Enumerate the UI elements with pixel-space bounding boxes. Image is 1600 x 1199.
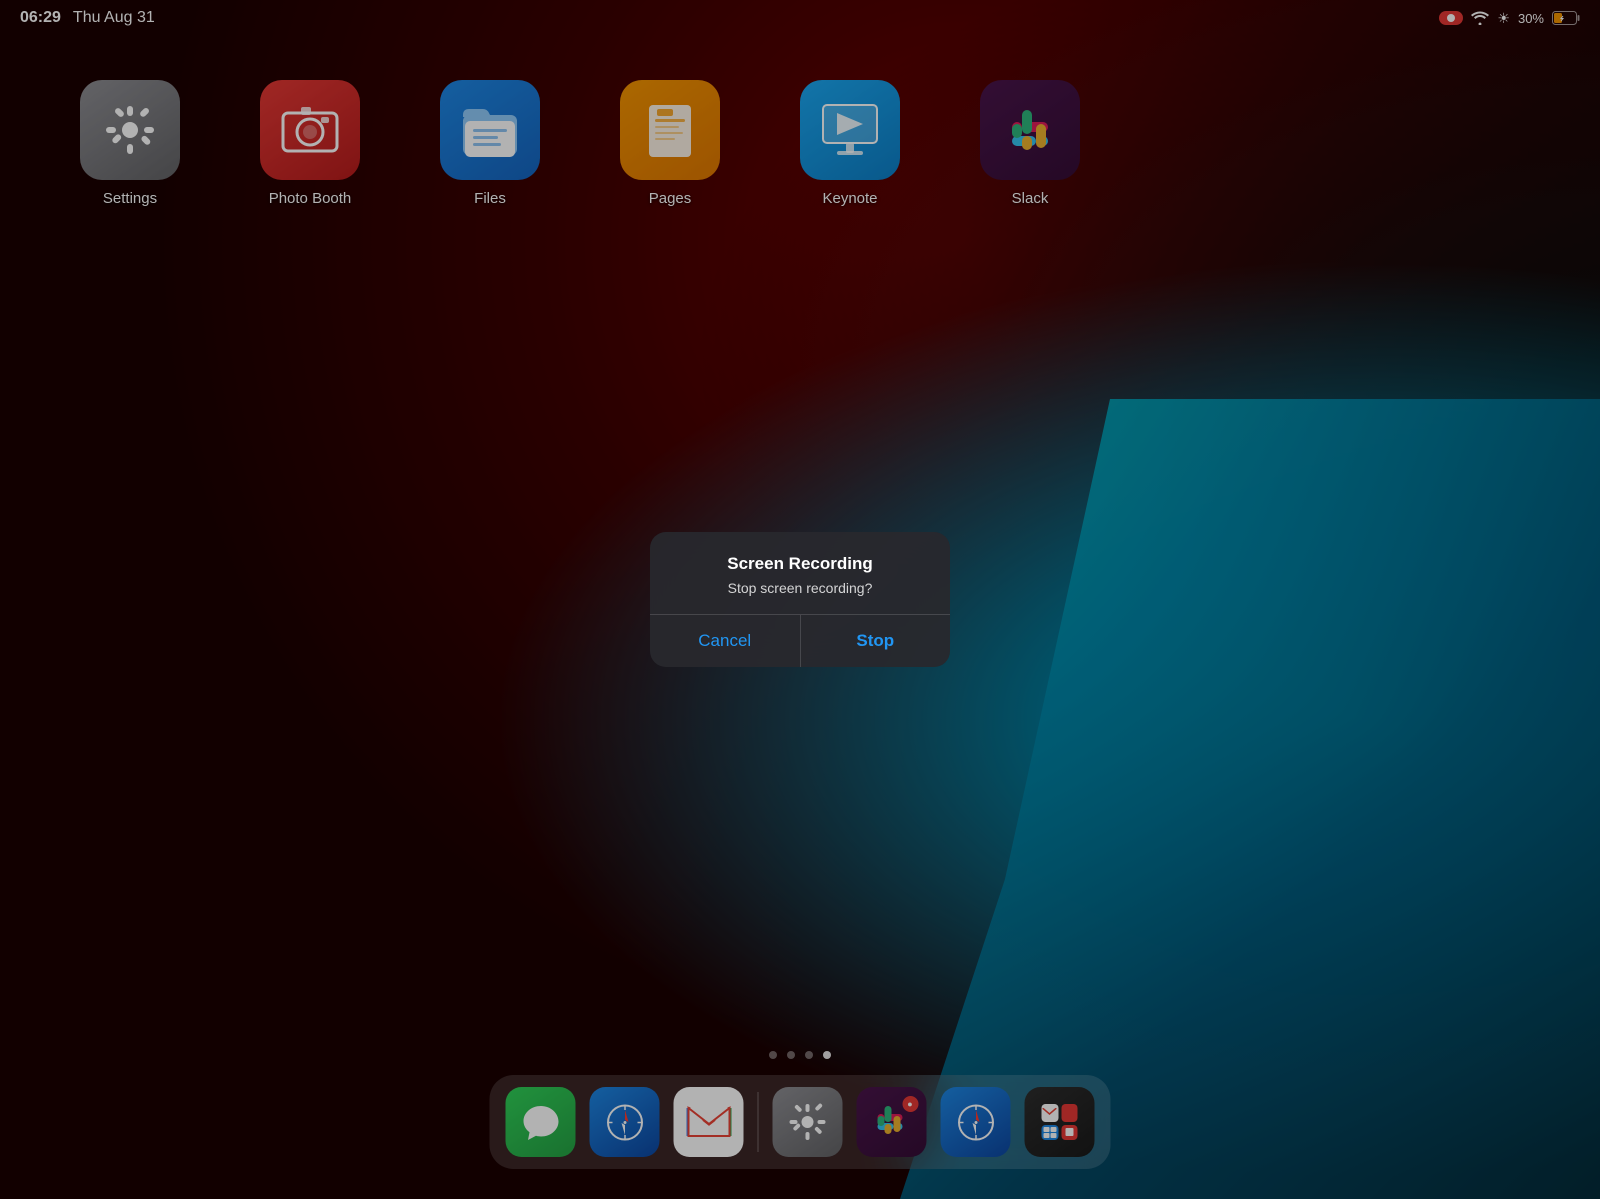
dialog-buttons: Cancel Stop [650,615,950,667]
dialog-overlay: Screen Recording Stop screen recording? … [0,0,1600,1199]
stop-button[interactable]: Stop [801,615,951,667]
screen-recording-dialog: Screen Recording Stop screen recording? … [650,532,950,667]
cancel-button[interactable]: Cancel [650,615,800,667]
dialog-title: Screen Recording [670,554,930,574]
dialog-content: Screen Recording Stop screen recording? [650,532,950,614]
dialog-message: Stop screen recording? [670,580,930,596]
